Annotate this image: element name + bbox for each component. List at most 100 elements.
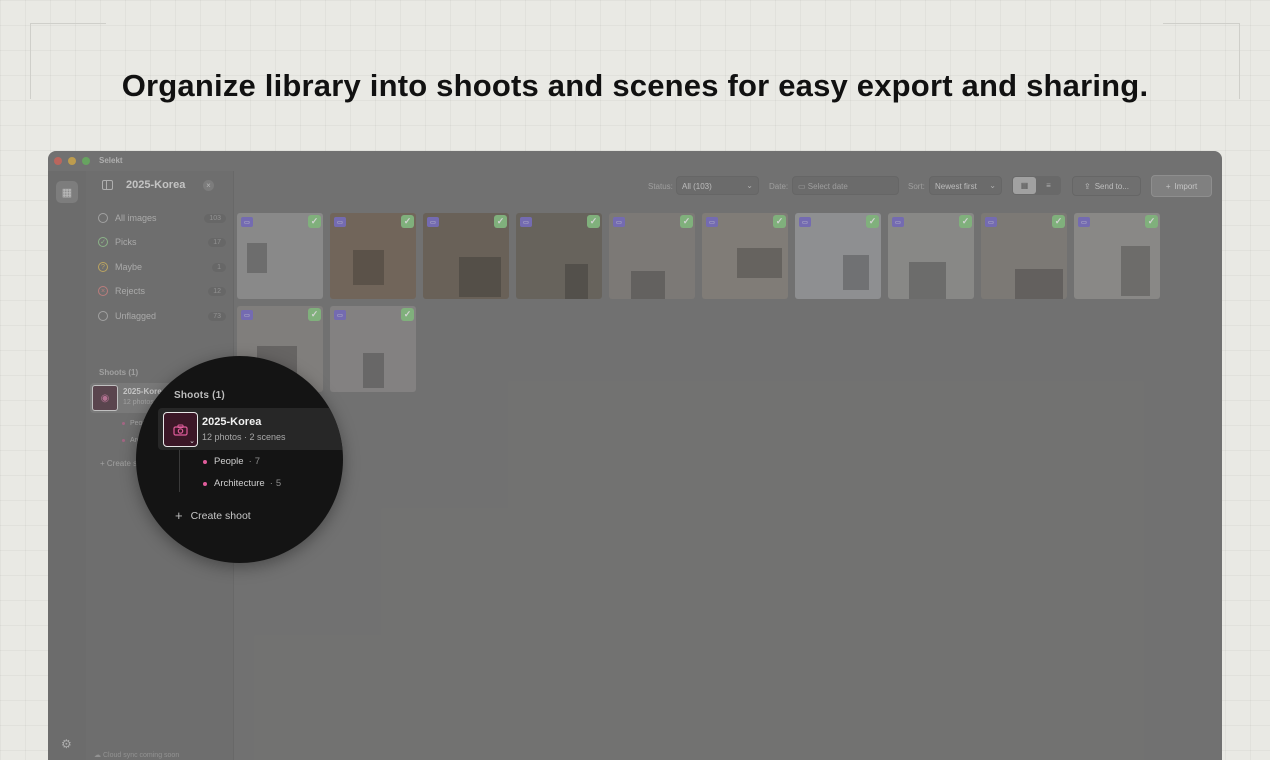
scene-count-separator: · [248,456,252,467]
headline: Organize library into shoots and scenes … [121,68,1149,103]
pick-check-icon[interactable]: ✓ [494,215,507,228]
photo-tile[interactable]: ▭ ✓ [981,213,1067,299]
x-circle-icon: × [98,286,108,296]
pick-check-icon[interactable]: ✓ [401,215,414,228]
page-title: 2025-Korea [126,179,186,191]
toolbar: 2025-Korea × Status: All (103) ⌄ Date: ▭… [102,171,1222,201]
filter-picks[interactable]: ✓ Picks 17 [98,233,226,251]
pick-check-icon[interactable]: ✓ [866,215,879,228]
frame-line-top-right [1163,23,1239,24]
status-value: All (103) [682,182,712,191]
filter-rejects[interactable]: × Rejects 12 [98,282,226,300]
sort-value: Newest first [935,182,977,191]
photo-content [565,264,588,299]
shoot-item-zoomed[interactable]: ⌄ 2025-Korea 12 photos · 2 scenes [158,408,343,450]
upload-icon: ⇪ [1084,181,1091,191]
photo-tile[interactable]: ▭ ✓ [888,213,974,299]
sidebar-toggle-icon[interactable] [102,180,113,190]
grid-icon: ▦ [61,186,73,199]
date-picker[interactable]: ▭ Select date [792,176,899,195]
calendar-icon: ▭ [798,182,806,191]
shoots-heading: Shoots (1) [99,368,139,377]
send-to-button[interactable]: ⇪ Send to... [1072,176,1141,196]
pick-check-icon[interactable]: ✓ [1052,215,1065,228]
scene-badge-icon: ▭ [706,217,718,227]
minimize-window-button[interactable] [68,157,76,165]
sort-select[interactable]: Newest first ⌄ [929,176,1002,195]
nav-rail: ▦ ⚙ [48,171,86,760]
filter-all-images[interactable]: All images 103 [98,209,226,227]
chevron-down-icon: ⌄ [746,181,753,190]
plus-icon: + [100,459,105,468]
photo-tile[interactable]: ▭ ✓ [795,213,881,299]
settings-gear-icon[interactable]: ⚙ [61,737,72,751]
filter-label: All images [115,213,157,223]
scene-dot [203,481,207,486]
photo-grid: ▭ ✓ ▭ ✓ ▭ ✓ ▭ ✓ ▭ ✓ ▭ ✓ ▭ ✓ ▭ ✓ ▭ ✓ ▭ ✓ ▭ ✓ ▭ ✓ [237,213,1167,393]
shoot-thumbnail: ⌄ [163,412,198,447]
circle-outline-icon [98,213,108,223]
pick-check-icon[interactable]: ✓ [680,215,693,228]
photo-content [247,243,267,273]
scene-dot [122,438,125,442]
filter-unflagged[interactable]: Unflagged 73 [98,307,226,325]
plus-icon: + [1165,181,1171,191]
shoots-heading-zoomed: Shoots (1) [174,390,225,401]
filter-count: 12 [208,286,226,296]
app-name: Selekt [99,156,123,165]
frame-line-top-left [30,23,106,24]
photo-tile[interactable]: ▭ ✓ [330,306,416,392]
import-label: Import [1174,181,1198,191]
shoot-subtitle: 12 photos · 2 scenes [202,432,286,442]
filter-label: Rejects [115,286,146,296]
chevron-down-icon: ⌄ [989,181,996,190]
photo-tile[interactable]: ▭ ✓ [423,213,509,299]
pick-check-icon[interactable]: ✓ [1145,215,1158,228]
library-grid-button[interactable]: ▦ [56,181,78,203]
import-button[interactable]: + Import [1151,175,1212,197]
check-circle-icon: ✓ [98,237,108,247]
list-view-icon[interactable]: ≡ [1037,177,1060,194]
scene-label: People [214,456,244,467]
pick-check-icon[interactable]: ✓ [308,215,321,228]
grid-view-icon[interactable]: ▦ [1013,177,1036,194]
photo-tile[interactable]: ▭ ✓ [516,213,602,299]
sort-label: Sort: [908,182,925,191]
pick-check-icon[interactable]: ✓ [773,215,786,228]
scene-dot [203,459,207,464]
shoot-name: 2025-Korea [202,416,262,428]
close-window-button[interactable] [54,157,62,165]
photo-tile[interactable]: ▭ ✓ [1074,213,1160,299]
filter-count: 17 [208,237,226,247]
status-select[interactable]: All (103) ⌄ [676,176,759,195]
filter-count: 103 [204,213,226,223]
zoom-window-button[interactable] [82,157,90,165]
camera-icon [173,423,188,436]
scene-count: 7 [254,456,261,467]
cloud-icon: ☁ [94,752,101,759]
scene-item-people[interactable]: People · 7 [203,456,260,467]
scene-count-separator: · [269,478,273,489]
scene-badge-icon: ▭ [241,217,253,227]
pick-check-icon[interactable]: ✓ [401,308,414,321]
question-circle-icon: ? [98,262,108,272]
scene-item-architecture[interactable]: Architecture · 5 [203,478,281,489]
scene-badge-icon: ▭ [613,217,625,227]
filter-count: 1 [212,262,226,272]
photo-tile[interactable]: ▭ ✓ [330,213,416,299]
scene-badge-icon: ▭ [334,217,346,227]
pick-check-icon[interactable]: ✓ [959,215,972,228]
date-label: Date: [769,182,789,191]
pick-check-icon[interactable]: ✓ [587,215,600,228]
pick-check-icon[interactable]: ✓ [308,308,321,321]
filter-maybe[interactable]: ? Maybe 1 [98,258,226,276]
scene-badge-icon: ▭ [427,217,439,227]
photo-tile[interactable]: ▭ ✓ [702,213,788,299]
scene-badge-icon: ▭ [334,310,346,320]
photo-tile[interactable]: ▭ ✓ [237,213,323,299]
create-shoot-button-zoomed[interactable]: + Create shoot [175,508,251,523]
scene-badge-icon: ▭ [985,217,997,227]
photo-tile[interactable]: ▭ ✓ [609,213,695,299]
close-shoot-icon[interactable]: × [203,180,214,191]
plus-icon: + [175,508,183,523]
